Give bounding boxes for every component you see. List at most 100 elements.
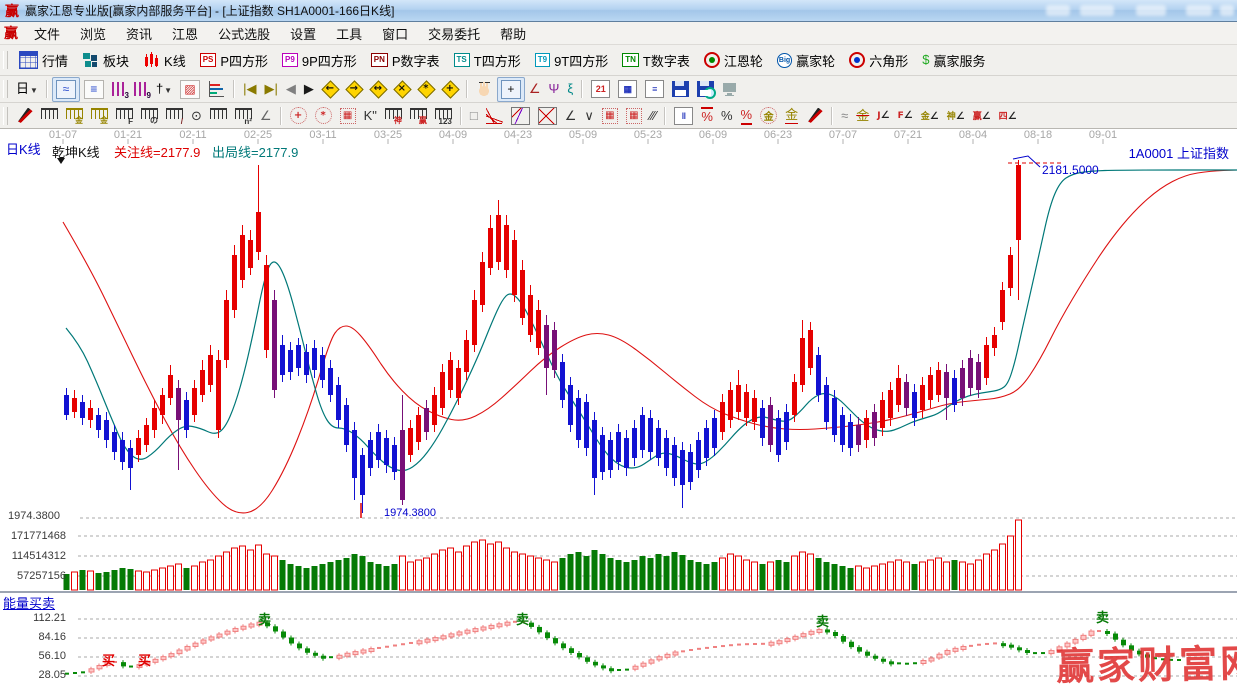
p-square-button[interactable]: PSP四方形 [193,48,275,73]
send-to-pc-button[interactable] [718,78,743,100]
save-button[interactable] [668,78,693,100]
next-page-button[interactable]: ▶ [300,78,318,100]
gold-comb-tool-1[interactable]: 金 [62,105,87,127]
kline-chart-canvas[interactable] [0,129,1237,685]
j-angle-tool[interactable]: J∠ [873,107,893,124]
chart-area[interactable]: 日K线 乾坤K线 关注线=2177.9 出局线=2177.9 1A0001 上证… [0,129,1237,685]
period-label[interactable]: 日K线 [6,139,41,158]
f10-info-button[interactable]: ≡ [80,77,108,102]
draw-pen-tool[interactable] [12,105,37,127]
zigzag-tool[interactable]: ∨ [580,105,598,127]
trend-arrow-tool[interactable]: ∠ [561,105,581,127]
square-grid-tool[interactable]: ▦ [336,105,360,127]
t-number-table-button[interactable]: TNT数字表 [615,48,697,73]
diamond-left-button[interactable]: ← [318,78,342,100]
percent-tool[interactable]: % [717,105,737,127]
pen-comb-tool[interactable]: / [162,105,187,127]
symbol-label[interactable]: 1A0001 上证指数 [1129,143,1229,162]
f-angle-tool[interactable]: F∠ [894,107,917,124]
ying-angle-tool[interactable]: 赢∠ [969,106,995,125]
shen-angle-tool[interactable]: 神∠ [943,106,969,125]
memo-button[interactable]: ≡ [641,77,668,101]
select-box-tool[interactable]: □ [466,105,482,127]
hand-tool-button[interactable] [472,78,497,100]
plain-comb-tool[interactable] [206,105,231,127]
menu-tools[interactable]: 工具 [326,22,372,45]
gold-comb-tool-2[interactable]: 金 [87,105,112,127]
gold-line-tool[interactable]: 金 [781,104,802,127]
calendar-button[interactable]: 21 [587,77,614,101]
gann-comb-tool[interactable] [37,105,62,127]
parallel-lines-tool[interactable]: ∕∕∕ [646,105,661,127]
gann-shape-button[interactable]: Ψ [545,78,564,100]
nine-t-square-button[interactable]: T99T四方形 [528,48,616,73]
menu-window[interactable]: 窗口 [372,22,418,45]
hexagon-button[interactable]: 六角形 [842,48,915,73]
menu-browse[interactable]: 浏览 [70,22,116,45]
circle-cross-tool[interactable]: + [286,104,311,127]
dropdown-triangle-icon[interactable] [57,158,65,164]
chip-distribution-button[interactable]: ▨ [176,77,204,102]
winner-service-button[interactable]: $赢家服务 [915,48,992,73]
nine-p-square-button[interactable]: P99P四方形 [275,48,364,73]
menu-settings[interactable]: 设置 [280,22,326,45]
k-quote-tool[interactable]: K" [360,105,381,127]
cycle-circle-tool[interactable]: ⊙ [187,105,206,127]
menu-gann[interactable]: 江恩 [162,22,208,45]
p-number-table-button[interactable]: PNP数字表 [364,48,447,73]
n-square-comb-tool[interactable]: n² [231,105,256,127]
diamond-move-button[interactable]: + [438,78,462,100]
gold-circle-tool[interactable]: 金 [756,104,781,127]
last-page-button[interactable]: ▶| [260,78,281,100]
percent-line-tool[interactable]: % [737,104,757,128]
box-diagonal-tool[interactable] [507,104,534,128]
gann-wheel-button[interactable]: 江恩轮 [697,48,770,73]
window-control-blur-5[interactable] [1220,5,1234,16]
red-grid-tool[interactable]: ▦ [598,105,622,127]
menu-file[interactable]: 文件 [24,22,70,45]
diamond-right-button[interactable]: → [342,78,366,100]
circle-star-tool[interactable]: * [311,104,336,127]
toolbar-grip[interactable] [3,80,8,98]
ray-fan-tool[interactable] [482,105,507,127]
percent-retrace-tool[interactable]: % [697,104,717,128]
menu-formula-picker[interactable]: 公式选股 [208,22,280,45]
box-cross-tool[interactable] [534,104,561,128]
quotes-button[interactable]: 行情 [12,48,75,73]
window-control-blur-1[interactable] [1046,5,1070,16]
spiral-comb-tool[interactable]: の [137,105,162,127]
candle-style-dropdown[interactable]: †▼ [152,77,176,101]
window-control-blur-2[interactable] [1080,5,1114,16]
volume-profile-button[interactable] [204,78,229,100]
menu-news[interactable]: 资讯 [116,22,162,45]
toolbar-grip[interactable] [3,107,8,125]
diamond-expand-button[interactable]: ↔ [366,78,390,100]
brush-tool[interactable] [802,105,827,127]
winner-wheel-button[interactable]: Big赢家轮 [770,48,842,73]
period-day-dropdown[interactable]: 日▼ [12,77,42,101]
t-square-button[interactable]: TST四方形 [447,48,528,73]
first-page-button[interactable]: |◀ [239,78,260,100]
diamond-zoom-button[interactable]: * [414,78,438,100]
sectors-button[interactable]: 板块 [75,48,136,73]
menu-help[interactable]: 帮助 [490,22,536,45]
gold-angle-tool[interactable]: 金∠ [917,106,943,125]
crosshair-tool-button[interactable]: + [497,77,525,102]
gold-strike-tool[interactable]: 金 [852,105,873,127]
wave-overlay-tool[interactable]: ≈ [837,105,852,127]
kline-button[interactable]: K线 [136,48,193,73]
shen-comb-tool[interactable]: 神 [381,105,406,127]
angle-ruler-tool[interactable]: ∠ [256,105,276,127]
fib-comb-tool[interactable]: F [112,105,137,127]
calculator-button[interactable]: ▦ [614,77,641,101]
angle-measure-button[interactable]: ∠ [525,78,545,100]
window-control-blur-3[interactable] [1136,5,1166,16]
prev-page-button[interactable]: ◀ [282,78,300,100]
window-control-blur-4[interactable] [1186,5,1212,16]
ying-comb-tool[interactable]: 赢 [406,105,431,127]
number-comb-tool[interactable]: 123 [431,105,456,127]
intraday-chart-button[interactable]: ≈ [52,77,80,102]
wave-tool-button[interactable]: ξ [563,78,577,100]
menu-trade[interactable]: 交易委托 [418,22,490,45]
diamond-compress-button[interactable]: × [390,78,414,100]
